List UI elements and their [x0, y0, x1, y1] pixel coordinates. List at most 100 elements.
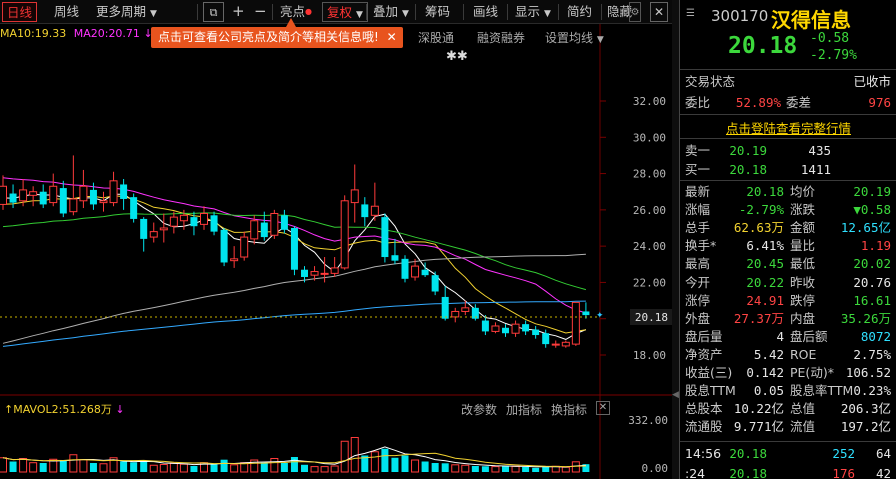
candle-body [260, 222, 268, 238]
volume-bar [149, 464, 158, 473]
volume-bar [190, 466, 198, 472]
divider-bar[interactable]: ◀ [672, 0, 679, 479]
stat-value-left: 20.18 [746, 184, 784, 199]
candle-body [69, 198, 78, 213]
tab-connect[interactable]: 深股通 [418, 29, 454, 46]
ma-legend: MA10:19.33 MA20:20.71 ↓ [0, 27, 153, 40]
order-volume: 1411 [800, 162, 831, 177]
plus-icon[interactable]: + [228, 2, 249, 22]
price-tick-label: 28.00 [633, 168, 666, 181]
login-link[interactable]: 点击登陆查看完整行情 [680, 118, 896, 137]
order-volume: 435 [808, 143, 831, 158]
stock-name: 汉得信息 [771, 8, 851, 32]
stat-row: 股息TTM 0.05 股息率TTM 0.23% [680, 382, 896, 399]
minus-icon[interactable]: − [250, 2, 271, 22]
star-markers: ✱✱ [446, 49, 468, 64]
candle-body [169, 216, 178, 227]
settings-icon[interactable]: ⚙ [629, 2, 641, 22]
price-marker-icon: ✦ [596, 311, 604, 321]
tab-daily[interactable]: 日线 [2, 2, 38, 22]
more-periods-label: 更多周期 [96, 4, 147, 19]
candle [130, 193, 138, 223]
candle-body [320, 272, 329, 275]
volume-bar [522, 466, 530, 472]
close-indicator-icon[interactable]: ✕ [596, 401, 610, 415]
price-tick-label: 18.00 [633, 349, 666, 362]
dropdown-arrow-icon: ▼ [150, 9, 157, 19]
display-dropdown[interactable]: 显示 ▼ [511, 2, 555, 22]
volume-bar [89, 463, 97, 472]
stat-label-right: 流值 [790, 419, 816, 435]
stat-label-left: 外盘 [685, 310, 711, 326]
volume-bar [401, 455, 409, 472]
stat-value-left: 27.37万 [733, 310, 784, 326]
candle-body [310, 271, 319, 276]
tick-time: :24 [685, 466, 706, 479]
stat-value-left: 24.91 [746, 292, 784, 308]
switch-indicator-button[interactable]: 换指标 [551, 401, 587, 418]
dropdown-arrow-icon: ▼ [596, 35, 604, 45]
stat-label-left: 股息TTM [685, 383, 736, 399]
tab-ma-settings[interactable]: 设置均线 ▼ [545, 29, 604, 46]
tooltip-close-icon[interactable]: ✕ [387, 30, 397, 44]
candle-body [19, 189, 28, 202]
close-icon[interactable]: ✕ [650, 2, 668, 22]
candle-body [200, 212, 208, 225]
stat-label-left: 最高 [685, 256, 711, 272]
dropdown-arrow-icon: ▼ [356, 10, 363, 20]
adjust-rights-label: 复权 [327, 5, 353, 20]
tab-weekly[interactable]: 周线 [50, 2, 83, 22]
tab-margin[interactable]: 融资融券 [477, 29, 525, 46]
stat-label-right: 量比 [790, 238, 816, 254]
weicha-value: 976 [868, 95, 891, 110]
order-ratio-row: 委比 52.89% 委差 976 [680, 94, 896, 111]
simple-mode-button[interactable]: 简约 [563, 2, 596, 22]
order-price: 20.19 [729, 143, 767, 158]
highlights-tooltip[interactable]: 点击可查看公司亮点及简介等相关信息哦! ✕ [151, 27, 403, 48]
status-value: 已收市 [853, 74, 891, 89]
price-tick-label: 30.00 [633, 131, 666, 144]
stat-value-left: 20.45 [746, 256, 784, 272]
stat-value-right: 0.23% [853, 383, 891, 399]
candle-body [571, 301, 580, 345]
dropdown-arrow-icon: ▼ [402, 9, 409, 19]
add-indicator-button[interactable]: 加指标 [506, 401, 542, 418]
chips-button[interactable]: 筹码 [421, 2, 454, 22]
highlights-button[interactable]: 亮点● [276, 2, 316, 22]
stat-value-right: 2.75% [853, 346, 891, 362]
price-tick-label: 24.00 [633, 240, 666, 253]
stat-label-left: 最新 [685, 184, 711, 199]
volume-bar [169, 462, 178, 473]
order-label: 买一 [685, 162, 711, 177]
price-change: -0.58 [810, 31, 850, 46]
candle-body [421, 269, 429, 276]
change-params-button[interactable]: 改参数 [461, 401, 497, 418]
candle-body [230, 258, 239, 262]
stat-label-right: 盘后额 [790, 328, 828, 344]
more-periods-dropdown[interactable]: 更多周期 ▼ [92, 2, 161, 22]
stat-label-right: 金额 [790, 220, 816, 236]
stat-row: 换手* 6.41% 量比 1.19 [680, 237, 896, 254]
collapse-arrow-icon[interactable]: ◀ [672, 390, 679, 400]
draw-line-button[interactable]: 画线 [469, 2, 502, 22]
restore-icon[interactable]: ⧉ [203, 2, 224, 22]
stat-label-right: 跌停 [790, 292, 816, 308]
down-arrow-icon: ↓ [115, 403, 125, 416]
adjust-rights-dropdown[interactable]: 复权 ▼ [322, 2, 368, 22]
overlay-dropdown[interactable]: 叠加 ▼ [369, 2, 413, 22]
menu-icon[interactable]: ☰ [686, 8, 695, 19]
stat-label-right: 昨收 [790, 274, 816, 290]
candle [220, 228, 228, 267]
candle-body [511, 323, 520, 334]
candle-body [210, 215, 218, 232]
volume-bar [140, 461, 148, 472]
stat-value-right: 106.52 [845, 365, 891, 380]
volume-bar [260, 462, 268, 472]
volume-bar [220, 459, 228, 472]
order-price: 20.18 [729, 162, 767, 177]
candle-body [159, 227, 168, 231]
stat-value-left: 10.22亿 [733, 401, 784, 417]
quote-panel: ☰ 300170 汉得信息 20.18 -0.58 -2.79% 交易状态 已收… [679, 0, 896, 479]
tick-volume: 176 [832, 466, 855, 479]
tick-row: 14:56 20.18 252 64 [680, 445, 896, 462]
